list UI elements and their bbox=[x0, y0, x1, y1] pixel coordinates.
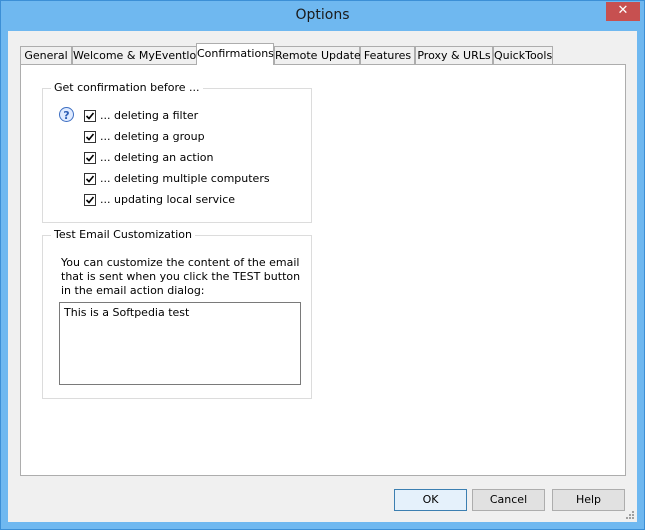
window-title: Options bbox=[295, 7, 350, 23]
cancel-button[interactable]: Cancel bbox=[472, 489, 545, 511]
email-group-title: Test Email Customization bbox=[51, 228, 195, 241]
tab-features[interactable]: Features bbox=[360, 46, 415, 64]
email-description: You can customize the content of the ema… bbox=[61, 256, 301, 297]
tab-proxy-urls[interactable]: Proxy & URLs bbox=[415, 46, 493, 64]
help-question-icon[interactable]: ? bbox=[59, 107, 74, 122]
checkbox-checked-icon[interactable] bbox=[84, 194, 96, 206]
checkbox-checked-icon[interactable] bbox=[84, 173, 96, 185]
title-bar[interactable]: Options ✕ bbox=[1, 1, 644, 31]
close-icon: ✕ bbox=[617, 3, 629, 18]
checkbox-label: ... deleting an action bbox=[100, 151, 214, 164]
checkbox-label: ... deleting multiple computers bbox=[100, 172, 270, 185]
checkbox-checked-icon[interactable] bbox=[84, 152, 96, 164]
confirmation-group: Get confirmation before ... ? ... deleti… bbox=[42, 81, 312, 223]
ok-button[interactable]: OK bbox=[394, 489, 467, 511]
checkbox-checked-icon[interactable] bbox=[84, 131, 96, 143]
checkbox-label: ... deleting a group bbox=[100, 130, 205, 143]
email-customization-group: Test Email Customization You can customi… bbox=[42, 228, 312, 399]
resize-grip-icon[interactable] bbox=[625, 510, 635, 520]
tab-welcome-myeventlog[interactable]: Welcome & MyEventlog bbox=[72, 46, 203, 64]
checkbox-label: ... deleting a filter bbox=[100, 109, 199, 122]
checkbox-checked-icon[interactable] bbox=[84, 110, 96, 122]
email-content-textarea[interactable]: This is a Softpedia test bbox=[59, 302, 301, 385]
tab-quicktools[interactable]: QuickTools bbox=[493, 46, 553, 64]
confirmations-panel: Get confirmation before ... ? ... deleti… bbox=[20, 64, 626, 476]
checkbox-label: ... updating local service bbox=[100, 193, 236, 206]
tab-confirmations[interactable]: Confirmations bbox=[196, 43, 274, 65]
close-button[interactable]: ✕ bbox=[606, 2, 640, 21]
tab-remote-update[interactable]: Remote Update bbox=[274, 46, 361, 64]
tab-general[interactable]: General bbox=[20, 46, 72, 64]
help-button[interactable]: Help bbox=[552, 489, 625, 511]
confirmation-group-title: Get confirmation before ... bbox=[51, 81, 203, 94]
dialog-client: General Welcome & MyEventlog Confirmatio… bbox=[8, 31, 637, 522]
options-window: Options ✕ General Welcome & MyEventlog C… bbox=[0, 0, 645, 530]
